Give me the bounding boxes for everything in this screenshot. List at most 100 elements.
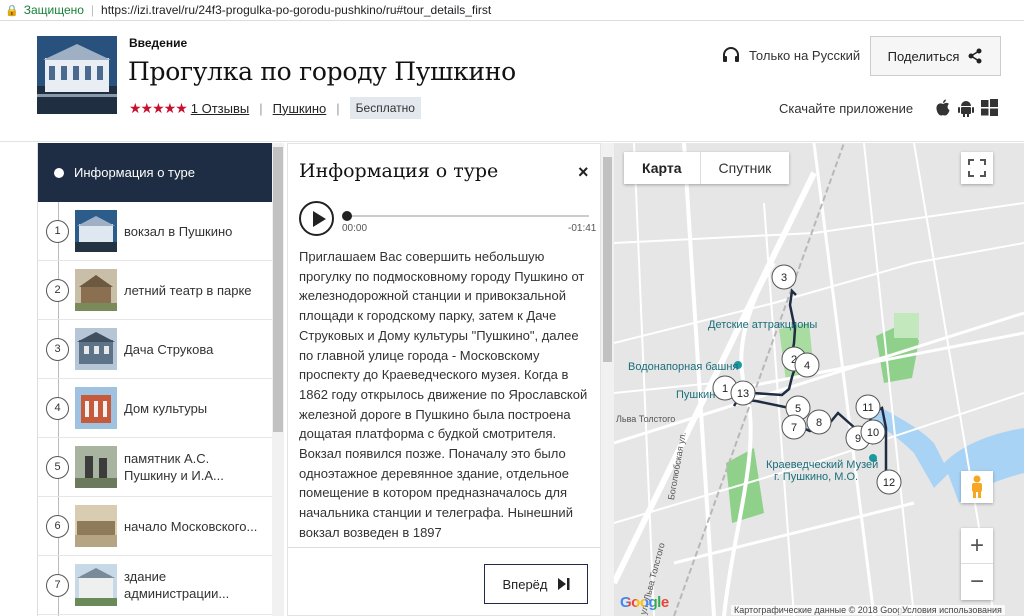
scrollbar-thumb[interactable]	[273, 147, 283, 432]
sidebar-item-label: здание администрации...	[124, 569, 230, 601]
map-label-pushkino: Пушкин	[676, 389, 716, 401]
panel-scrollbar[interactable]	[601, 143, 614, 616]
map-label-tolstoy: Льва Толстого	[616, 414, 676, 424]
stop-thumbnail	[75, 505, 117, 547]
stop-number: 5	[46, 455, 69, 479]
city-link[interactable]: Пушкино	[273, 101, 327, 116]
svg-text:1: 1	[722, 383, 728, 395]
map-marker-4[interactable]: 4	[794, 352, 820, 378]
sidebar-item-label: Информация о туре	[74, 165, 195, 180]
map-marker-8[interactable]: 8	[806, 409, 832, 435]
sidebar-item-label: Дом культуры	[124, 400, 208, 416]
audio-progress-track[interactable]	[342, 211, 589, 221]
price-badge: Бесплатно	[349, 97, 421, 119]
active-dot-icon	[54, 167, 64, 178]
tour-cover-image	[37, 36, 117, 114]
stop-thumbnail	[75, 446, 117, 488]
sidebar-item-label: начало Московского...	[124, 518, 258, 534]
stop-thumbnail	[75, 210, 117, 252]
close-icon[interactable]: ×	[578, 162, 589, 183]
stop-number: 4	[46, 396, 69, 420]
google-logo-text: Google	[620, 594, 669, 611]
map-marker-12[interactable]: 12	[876, 469, 902, 495]
tour-kicker: Введение	[129, 36, 188, 50]
windows-icon[interactable]	[981, 99, 999, 116]
android-icon[interactable]	[958, 99, 975, 117]
tour-meta: ★★★★★ 1 Отзывы | Пушкино | Бесплатно	[129, 97, 421, 119]
map-marker-3[interactable]: 3	[771, 264, 797, 290]
share-icon	[968, 48, 982, 64]
stop-number: 3	[46, 337, 69, 361]
sidebar-item-stop-2[interactable]: 2 летний театр в парке	[38, 261, 272, 320]
sidebar-item-stop-5[interactable]: 5 памятник А.С. Пушкину и И.А...	[38, 438, 272, 497]
sidebar-item-stop-7[interactable]: 7 здание администрации...	[38, 556, 272, 615]
stop-number: 7	[46, 573, 69, 597]
address-bar[interactable]: 🔒 Защищено | https://izi.travel/ru/24f3-…	[0, 0, 1024, 21]
sidebar-item-stop-6[interactable]: 6 начало Московского...	[38, 497, 272, 556]
sidebar-scrollbar[interactable]	[272, 143, 284, 616]
sidebar-item-stop-1[interactable]: 1 вокзал в Пушкино	[38, 202, 272, 261]
tab-map[interactable]: Карта	[624, 152, 700, 184]
park	[894, 313, 919, 338]
stop-thumbnail	[75, 564, 117, 606]
map-marker-13[interactable]: 13	[730, 380, 756, 406]
lock-icon: 🔒	[5, 4, 19, 17]
secure-label: Защищено	[23, 3, 84, 17]
svg-text:8: 8	[816, 417, 822, 429]
zoom-controls: + −	[961, 528, 993, 600]
next-button[interactable]: Вперёд	[484, 564, 588, 604]
svg-text:7: 7	[791, 422, 797, 434]
tour-map[interactable]: 3 2 4 1 13 5 7 8 11 9 10 12 Детские аттр…	[614, 143, 1024, 616]
sidebar-item-stop-4[interactable]: 4 Дом культуры	[38, 379, 272, 438]
map-marker-10[interactable]: 10	[860, 419, 886, 445]
sidebar-item-label: памятник А.С. Пушкину и И.А...	[124, 451, 224, 483]
svg-text:11: 11	[862, 402, 873, 414]
svg-text:9: 9	[855, 433, 861, 445]
download-app: Скачайте приложение	[779, 99, 999, 117]
play-icon[interactable]	[299, 201, 334, 236]
svg-text:3: 3	[781, 272, 787, 284]
google-logo: Google	[620, 594, 669, 611]
map-marker-11[interactable]: 11	[855, 394, 881, 420]
reviews-link[interactable]: 1 Отзывы	[191, 101, 249, 116]
tour-description: Приглашаем Вас совершить небольшую прогу…	[299, 249, 588, 540]
stop-number: 6	[46, 514, 69, 538]
language-indicator: Только на Русский	[722, 47, 860, 63]
tour-info-panel: Информация о туре × 00:00 -01:41 Приглаш…	[287, 143, 601, 616]
stop-thumbnail	[75, 328, 117, 370]
stop-thumbnail	[75, 269, 117, 311]
sidebar-item-tour-info[interactable]: Информация о туре	[38, 143, 272, 202]
sidebar-item-label: Дача Струкова	[124, 341, 214, 357]
zoom-out-button[interactable]: −	[961, 564, 993, 600]
map-terms-link[interactable]: Условия использования	[899, 605, 1005, 615]
stop-number: 1	[46, 219, 69, 243]
scrollbar-thumb[interactable]	[603, 157, 612, 362]
tour-stops-sidebar: Информация о туре 1 вокзал в Пушкино 2 л…	[37, 143, 272, 616]
tour-header: Введение Прогулка по городу Пушкино ★★★★…	[0, 22, 1024, 142]
audio-time-remaining: -01:41	[568, 223, 597, 234]
audio-progress-knob[interactable]	[342, 211, 352, 221]
rating-stars: ★★★★★	[129, 99, 188, 116]
map-label-museum-city: г. Пушкино, М.О.	[774, 471, 859, 483]
map-label-museum: Краеведческий Музей	[766, 459, 879, 471]
zoom-in-button[interactable]: +	[961, 528, 993, 564]
fullscreen-icon[interactable]	[961, 152, 993, 184]
share-label: Поделиться	[887, 48, 960, 64]
headphones-icon	[723, 47, 739, 62]
apple-icon[interactable]	[935, 99, 951, 117]
tab-satellite[interactable]: Спутник	[699, 152, 790, 184]
svg-text:5: 5	[795, 403, 801, 415]
share-button[interactable]: Поделиться	[870, 36, 1001, 76]
next-label: Вперёд	[502, 576, 548, 592]
sidebar-item-label: вокзал в Пушкино	[124, 223, 233, 239]
svg-text:10: 10	[867, 427, 879, 439]
url-text[interactable]: https://izi.travel/ru/24f3-progulka-po-g…	[101, 3, 491, 17]
svg-text:12: 12	[883, 477, 895, 489]
skip-next-icon	[557, 578, 569, 590]
map-marker-7[interactable]: 7	[781, 414, 807, 440]
audio-time-current: 00:00	[342, 223, 368, 234]
panel-footer: Вперёд	[288, 547, 600, 615]
street-view-pegman-icon[interactable]	[961, 471, 993, 503]
map-copyright: Картографические данные © 2018 Google	[731, 605, 913, 615]
sidebar-item-stop-3[interactable]: 3 Дача Струкова	[38, 320, 272, 379]
